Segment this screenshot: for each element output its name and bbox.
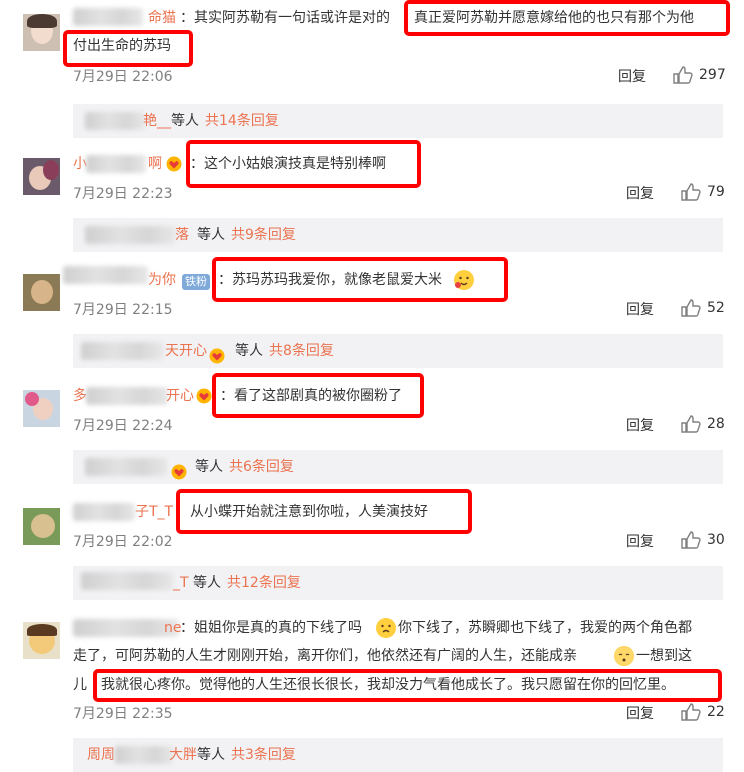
- sub-replies[interactable]: 等人 共6条回复: [73, 450, 723, 484]
- sub-replies[interactable]: 天开心 等人 共8条回复: [73, 334, 723, 368]
- avatar[interactable]: [23, 508, 60, 545]
- thumbs-up-icon: [681, 703, 701, 721]
- blurred-username: [85, 112, 145, 130]
- sub-etc: 等人: [197, 227, 225, 243]
- sub-etc: 等人: [193, 575, 221, 591]
- emoji-icon: [614, 646, 634, 666]
- username[interactable]: 子T_T: [135, 502, 173, 522]
- highlight-box: [186, 140, 421, 188]
- heart-badge-icon: [209, 343, 225, 364]
- like-count: 28: [707, 416, 725, 432]
- timestamp: 7月29日 22:23: [73, 186, 173, 202]
- blurred-username: [86, 155, 146, 173]
- avatar[interactable]: [23, 390, 60, 427]
- sub-replies[interactable]: 艳__ 等人 共14条回复: [73, 104, 723, 138]
- like-button[interactable]: 30: [681, 531, 725, 549]
- comment-text: ：姐姐你是真的真的下线了吗: [180, 620, 362, 636]
- blurred-username: [115, 746, 173, 764]
- thumbs-up-icon: [681, 183, 701, 201]
- sub-username[interactable]: 天开心: [165, 334, 207, 368]
- timestamp: 7月29日 22:24: [73, 418, 173, 434]
- heart-badge-icon: [171, 459, 187, 480]
- like-button[interactable]: 22: [681, 703, 725, 721]
- sub-reply-count[interactable]: 共14条回复: [205, 104, 279, 138]
- sub-replies[interactable]: 落 等人 共9条回复: [73, 218, 723, 252]
- fan-badge: 铁粉: [182, 274, 210, 290]
- timestamp: 7月29日 22:06: [73, 69, 173, 85]
- username[interactable]: 命猫: [148, 8, 176, 28]
- comment-text: 你下线了，苏瞬卿也下线了，我爱的两个角色都: [398, 620, 692, 636]
- highlight-box: [212, 373, 424, 418]
- username[interactable]: 啊: [148, 154, 162, 174]
- like-button[interactable]: 52: [681, 299, 725, 317]
- avatar[interactable]: [23, 158, 60, 195]
- username[interactable]: 开心: [166, 386, 194, 406]
- sub-username[interactable]: 艳__: [143, 104, 171, 138]
- comment-text: 走了，可阿苏勒的人生才刚刚开始，离开你们，他依然还有广阔的人生，还能成亲: [73, 648, 577, 664]
- sub-etc: 等人: [235, 343, 263, 359]
- avatar[interactable]: [23, 14, 60, 51]
- blurred-username: [81, 342, 163, 360]
- like-count: 79: [707, 184, 725, 200]
- like-button[interactable]: 28: [681, 415, 725, 433]
- blurred-username: [86, 387, 168, 405]
- like-button[interactable]: 297: [673, 66, 726, 84]
- blurred-username: [63, 266, 148, 284]
- highlight-box: [63, 30, 193, 67]
- heart-badge-icon: [166, 156, 182, 172]
- highlight-box: [404, 0, 730, 36]
- heart-badge-icon: [196, 388, 212, 404]
- sub-username[interactable]: _T: [173, 566, 189, 600]
- reply-button[interactable]: 回复: [618, 66, 646, 86]
- username-prefix[interactable]: 小: [73, 154, 87, 174]
- avatar[interactable]: [23, 274, 60, 311]
- avatar[interactable]: [23, 622, 60, 659]
- username-prefix[interactable]: 多: [73, 386, 87, 406]
- blurred-username: [85, 226, 175, 244]
- highlight-box: [93, 669, 722, 702]
- like-count: 22: [707, 704, 725, 720]
- thumbs-up-icon: [681, 415, 701, 433]
- comment-text: ：其实阿苏勒有一句话或许是对的: [180, 10, 390, 26]
- highlight-box: [176, 489, 472, 534]
- like-count: 52: [707, 300, 725, 316]
- blurred-username: [73, 8, 143, 26]
- highlight-box: [212, 257, 508, 302]
- sub-reply-count[interactable]: 共9条回复: [231, 218, 296, 252]
- comment-text: 儿: [73, 677, 87, 693]
- sub-reply-count[interactable]: 共12条回复: [227, 566, 301, 600]
- sub-username[interactable]: 落: [175, 218, 189, 252]
- thumbs-up-icon: [681, 299, 701, 317]
- sub-reply-count[interactable]: 共8条回复: [269, 334, 334, 368]
- blurred-username: [85, 458, 167, 476]
- reply-button[interactable]: 回复: [626, 299, 654, 319]
- sub-etc: 等人: [171, 113, 199, 129]
- blurred-username: [73, 503, 135, 521]
- blurred-username: [81, 572, 173, 590]
- timestamp: 7月29日 22:15: [73, 302, 173, 318]
- reply-button[interactable]: 回复: [626, 703, 654, 723]
- like-count: 297: [699, 67, 726, 83]
- reply-button[interactable]: 回复: [626, 415, 654, 435]
- thumbs-up-icon: [681, 531, 701, 549]
- thumbs-up-icon: [673, 66, 693, 84]
- username[interactable]: ne: [164, 618, 182, 638]
- sub-replies[interactable]: _T 等人 共12条回复: [73, 566, 723, 600]
- like-button[interactable]: 79: [681, 183, 725, 201]
- reply-button[interactable]: 回复: [626, 531, 654, 551]
- sub-etc: 等人: [195, 459, 223, 475]
- comment-text: 一想到这: [636, 648, 692, 664]
- timestamp: 7月29日 22:02: [73, 534, 173, 550]
- reply-button[interactable]: 回复: [626, 183, 654, 203]
- sub-reply-count[interactable]: 共6条回复: [229, 450, 294, 484]
- emoji-icon: [376, 618, 396, 638]
- timestamp: 7月29日 22:35: [73, 706, 173, 722]
- username[interactable]: 为你: [148, 270, 176, 290]
- like-count: 30: [707, 532, 725, 548]
